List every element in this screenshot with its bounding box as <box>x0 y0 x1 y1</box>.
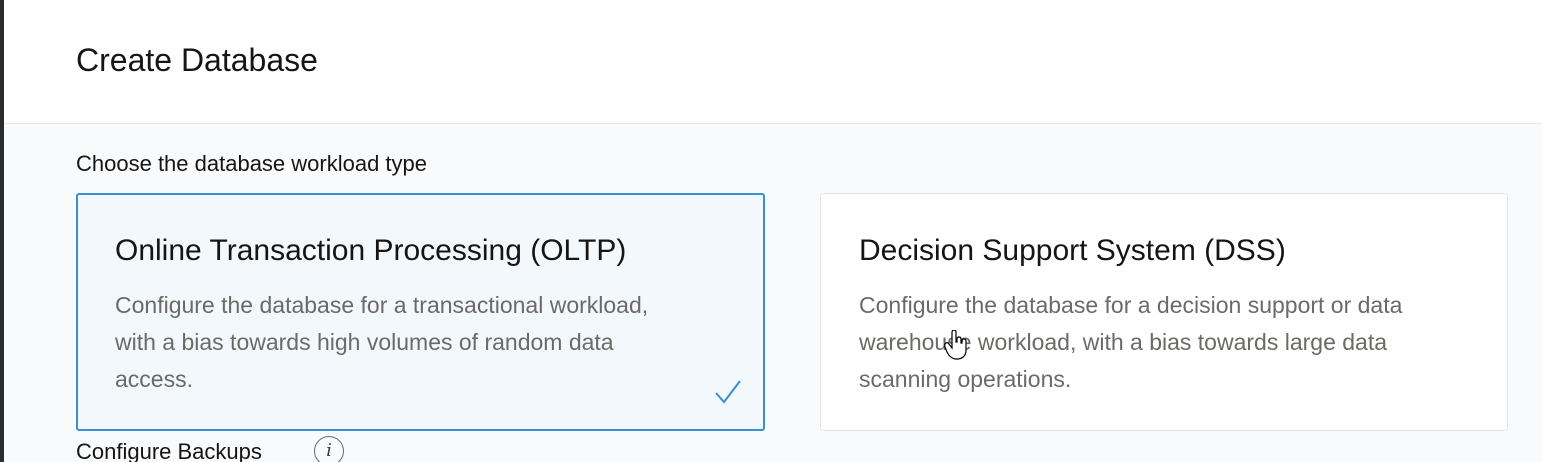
workload-option-oltp[interactable]: Online Transaction Processing (OLTP) Con… <box>76 193 765 431</box>
workload-option-title: Online Transaction Processing (OLTP) <box>115 234 627 267</box>
checkmark-icon <box>715 380 741 404</box>
configure-backups-label: Configure Backups <box>76 439 262 462</box>
page-title: Create Database <box>76 42 318 78</box>
info-icon[interactable]: i <box>314 436 344 462</box>
panel-header: Create Database <box>4 0 1542 124</box>
workload-type-label: Choose the database workload type <box>76 151 428 176</box>
workload-option-description: Configure the database for a decision su… <box>859 292 1403 392</box>
workload-option-title: Decision Support System (DSS) <box>859 234 1286 267</box>
workload-option-description: Configure the database for a transaction… <box>115 292 649 392</box>
create-database-panel: Create Database Choose the database work… <box>4 0 1542 462</box>
workload-option-dss[interactable]: Decision Support System (DSS) Configure … <box>820 193 1508 431</box>
